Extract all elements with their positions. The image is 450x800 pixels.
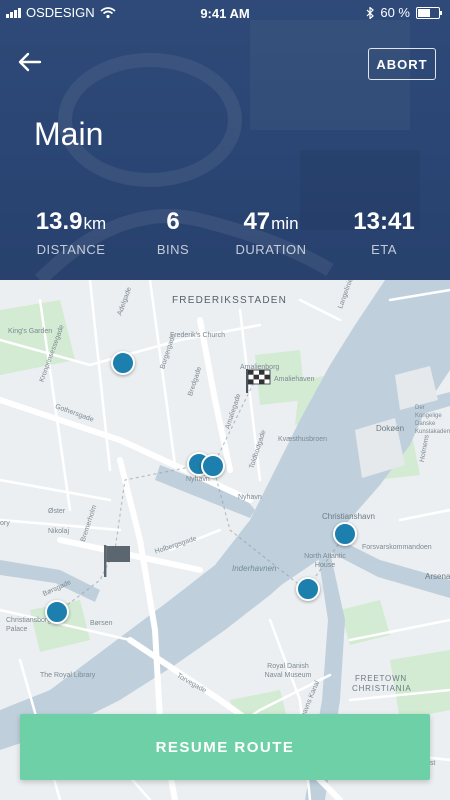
stat-distance: 13.9km DISTANCE: [36, 208, 106, 257]
stat-bins: 6 BINS: [157, 208, 189, 257]
bin-pin[interactable]: [333, 522, 357, 546]
stat-eta-label: ETA: [371, 242, 397, 257]
bluetooth-icon: [366, 6, 375, 19]
map-label-borsen: Børsen: [90, 620, 113, 627]
arrow-left-icon: [18, 52, 42, 72]
stat-eta: 13:41 ETA: [353, 208, 414, 257]
route-stats: 13.9km DISTANCE 6 BINS 47min DURATION 13…: [0, 208, 450, 268]
stat-duration: 47min DURATION: [236, 208, 307, 257]
map-label-nyhavn-1: Nyhavn: [186, 476, 210, 483]
bin-pin[interactable]: [296, 577, 320, 601]
battery-percent: 60 %: [380, 5, 410, 20]
stat-duration-unit: min: [271, 214, 299, 233]
map-label-dokoen: Dokøen: [376, 424, 405, 433]
resume-route-button[interactable]: RESUME ROUTE: [20, 714, 430, 780]
map-label-arsenal: Arsena: [425, 572, 450, 581]
map-label-amaliehaven: Amaliehaven: [274, 376, 315, 383]
map-label-forsvarskommandoen: Forsvarskommandoen: [362, 544, 432, 551]
map-label-ory: ory: [0, 520, 10, 527]
route-header: OSDESIGN 9:41 AM 60 % ABORT Main 13.9km …: [0, 0, 450, 280]
map-label-christiansborg: Christiansborg Palace: [6, 617, 52, 633]
map-label-north-atlantic: North Atlantic House: [304, 553, 346, 569]
bin-pin[interactable]: [111, 351, 135, 375]
map-label-christianshavn: Christianshavn: [322, 512, 375, 521]
stat-distance-label: DISTANCE: [36, 242, 106, 257]
map-label-frederiks-church: Frederik's Church: [170, 332, 226, 339]
map-label-der-kongelige: Der Kongelige Danske Kunstakademi: [415, 405, 450, 435]
map-label-nyhavn-2: Nyhavn: [238, 494, 262, 501]
map-label-inderhavnen: Inderhavnen: [232, 564, 277, 573]
map-label-oster: Øster: [48, 508, 66, 515]
abort-button[interactable]: ABORT: [368, 48, 436, 80]
map-label-nikolaj: Nikolaj: [48, 528, 70, 535]
map-label-freetown: FREETOWN CHRISTIANIA: [352, 674, 412, 693]
map-label-frederiksstaden: FREDERIKSSTADEN: [172, 295, 288, 306]
stat-duration-value: 47: [243, 208, 271, 235]
stat-bins-value: 6: [166, 208, 180, 235]
stat-distance-unit: km: [83, 214, 107, 233]
page-title: Main: [34, 116, 104, 152]
bin-pin[interactable]: [45, 600, 69, 624]
battery-icon: [416, 6, 442, 19]
stat-distance-value: 13.9: [35, 208, 83, 235]
map-label-royal-library: The Royal Library: [40, 672, 96, 679]
status-bar: OSDESIGN 9:41 AM 60 %: [0, 0, 450, 28]
bin-pin[interactable]: [201, 454, 225, 478]
stat-duration-label: DURATION: [235, 242, 307, 257]
stat-eta-value: 13:41: [353, 208, 415, 235]
map-label-royal-danish-naval: Royal Danish Naval Museum: [264, 663, 312, 679]
map-label-kings-garden: King's Garden: [8, 328, 53, 335]
map-label-kvaesthusbroen: Kvæsthusbroen: [278, 436, 328, 443]
back-button[interactable]: [16, 49, 44, 75]
stat-bins-label: BINS: [156, 242, 190, 257]
